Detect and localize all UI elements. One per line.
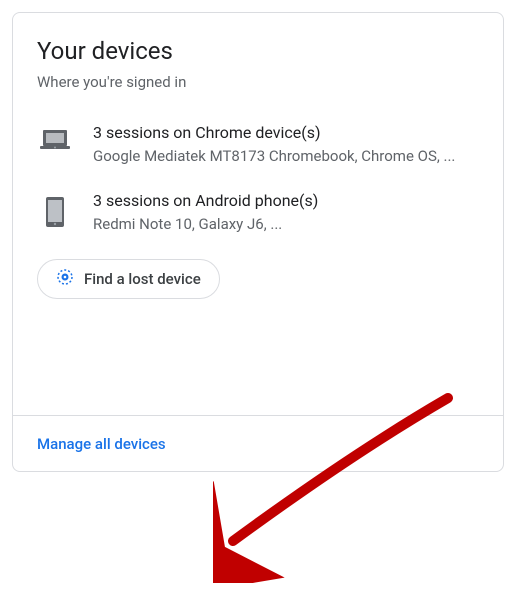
card-subtitle: Where you're signed in <box>37 73 479 91</box>
spacer <box>37 299 479 399</box>
card-footer: Manage all devices <box>13 415 503 471</box>
find-device-label: Find a lost device <box>84 270 201 288</box>
device-title: 3 sessions on Chrome device(s) <box>93 123 479 142</box>
device-title: 3 sessions on Android phone(s) <box>93 191 479 210</box>
devices-card: Your devices Where you're signed in 3 se… <box>12 12 504 472</box>
device-subtitle: Google Mediatek MT8173 Chromebook, Chrom… <box>93 146 479 167</box>
manage-all-devices-link[interactable]: Manage all devices <box>37 435 166 453</box>
device-info: 3 sessions on Android phone(s) Redmi Not… <box>93 191 479 235</box>
card-title: Your devices <box>37 37 479 65</box>
laptop-icon <box>37 123 73 151</box>
phone-icon <box>37 191 73 227</box>
device-row-chrome[interactable]: 3 sessions on Chrome device(s) Google Me… <box>37 111 479 179</box>
device-info: 3 sessions on Chrome device(s) Google Me… <box>93 123 479 167</box>
device-subtitle: Redmi Note 10, Galaxy J6, ... <box>93 214 479 235</box>
card-content: Your devices Where you're signed in 3 se… <box>13 13 503 415</box>
find-lost-device-button[interactable]: Find a lost device <box>37 259 220 299</box>
target-icon <box>56 268 74 290</box>
device-row-android[interactable]: 3 sessions on Android phone(s) Redmi Not… <box>37 179 479 247</box>
